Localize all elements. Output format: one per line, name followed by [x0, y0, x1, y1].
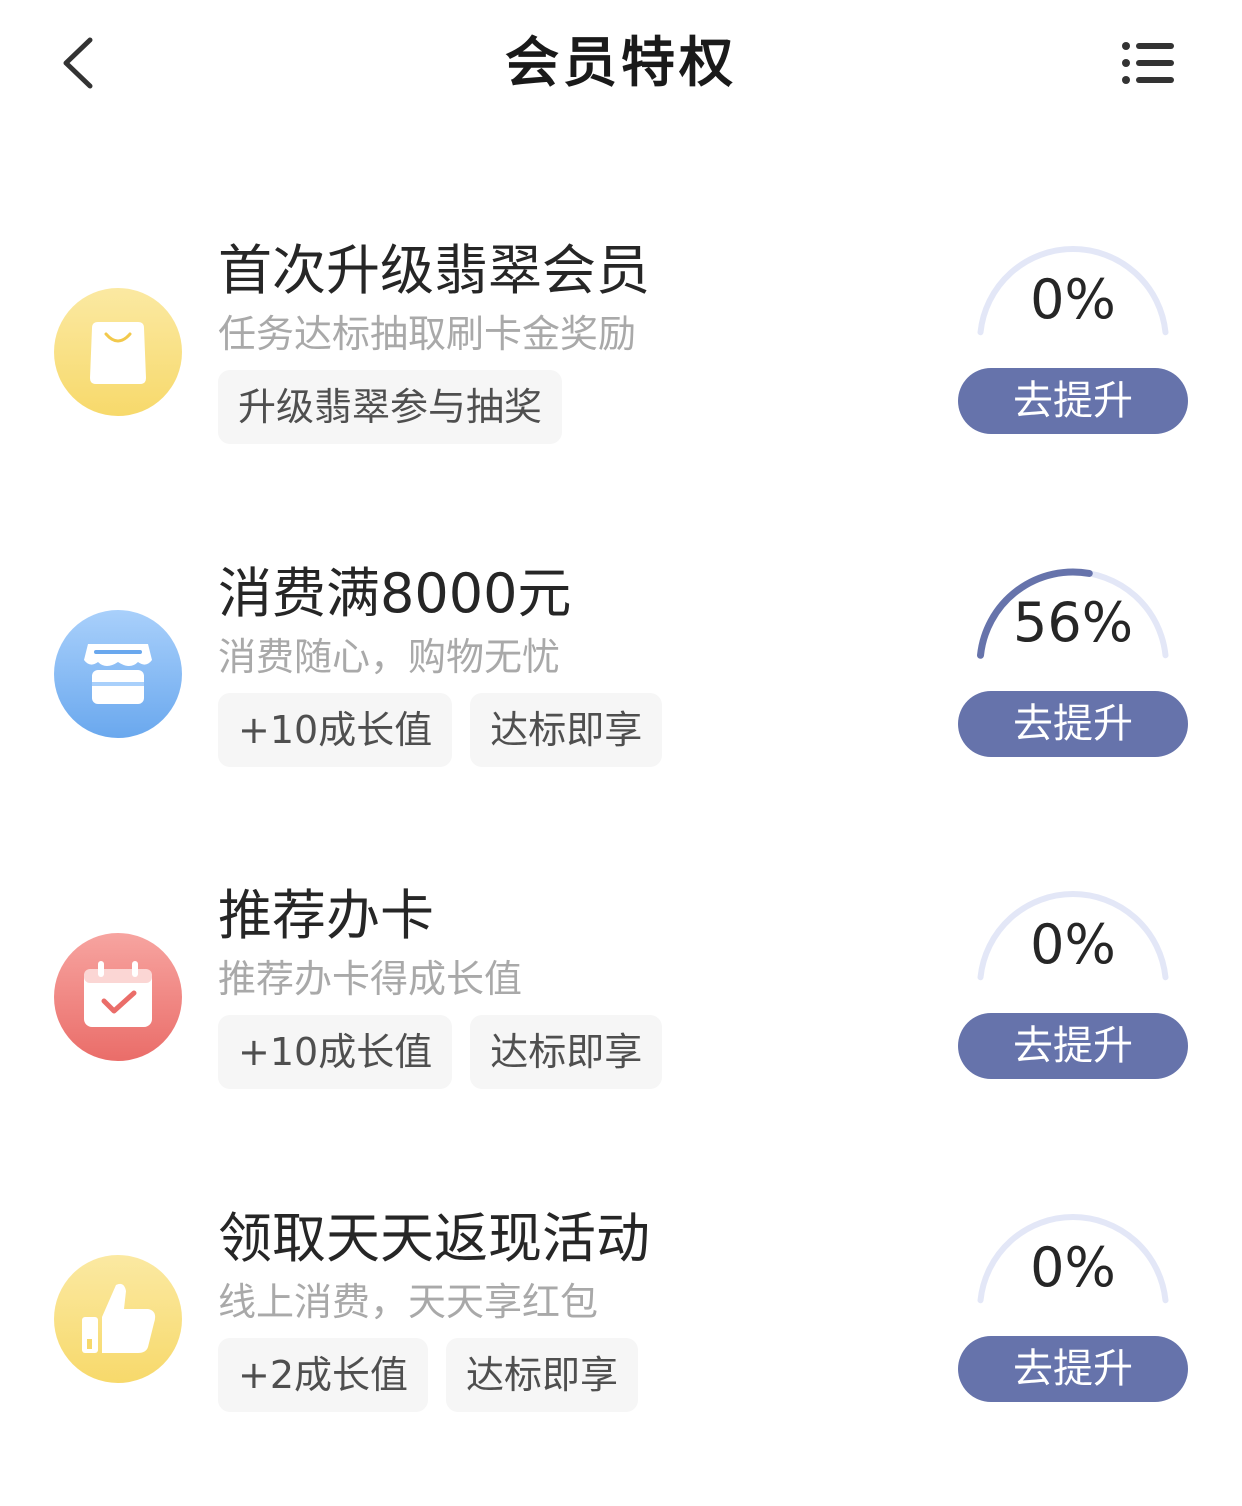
task-title: 领取天天返现活动: [218, 1207, 650, 1270]
store-icon: [54, 610, 182, 738]
task-item-refer-card: 推荐办卡 推荐办卡得成长值 +10成长值 达标即享 0% 去提升: [0, 883, 1242, 1123]
promote-button[interactable]: 去提升: [958, 1336, 1188, 1402]
task-title: 推荐办卡: [218, 884, 434, 947]
tag: 升级翡翠参与抽奖: [218, 370, 563, 444]
promote-button[interactable]: 去提升: [958, 368, 1188, 434]
progress-percent: 56%: [1012, 591, 1134, 654]
progress-gauge: 0%: [966, 877, 1180, 987]
task-tags: 升级翡翠参与抽奖: [218, 370, 563, 444]
task-item-daily-cashback: 领取天天返现活动 线上消费，天天享红包 +2成长值 达标即享 0% 去提升: [0, 1206, 1242, 1446]
task-tags: +10成长值 达标即享: [218, 1015, 663, 1089]
nav-bar: 会员特权: [0, 0, 1242, 130]
tag: +2成长值: [218, 1338, 429, 1412]
task-description: 推荐办卡得成长值: [218, 957, 523, 1001]
progress-percent: 0%: [1030, 268, 1116, 331]
tag: 达标即享: [470, 1015, 663, 1089]
progress-gauge: 0%: [966, 1200, 1180, 1310]
progress-percent: 0%: [1030, 913, 1116, 976]
task-tags: +10成长值 达标即享: [218, 693, 663, 767]
promote-button[interactable]: 去提升: [958, 1013, 1188, 1079]
list-menu-icon[interactable]: [1116, 36, 1182, 90]
task-description: 任务达标抽取刷卡金奖励: [218, 312, 637, 356]
task-title: 首次升级翡翠会员: [218, 239, 650, 302]
task-tags: +2成长值 达标即享: [218, 1338, 639, 1412]
task-title: 消费满8000元: [218, 562, 572, 625]
tag: 达标即享: [446, 1338, 639, 1412]
task-description: 消费随心，购物无忧: [218, 635, 561, 679]
tag: 达标即享: [470, 693, 663, 767]
calendar-check-icon: [54, 933, 182, 1061]
tag: +10成长值: [218, 693, 453, 767]
thumbs-up-icon: [54, 1255, 182, 1383]
progress-gauge: 0%: [966, 232, 1180, 342]
promote-button[interactable]: 去提升: [958, 691, 1188, 757]
shopping-bag-icon: [54, 288, 182, 416]
tag: +10成长值: [218, 1015, 453, 1089]
progress-gauge: 56%: [966, 555, 1180, 665]
page-title: 会员特权: [505, 31, 737, 94]
task-description: 线上消费，天天享红包: [218, 1280, 599, 1324]
task-item-spend-8000: 消费满8000元 消费随心，购物无忧 +10成长值 达标即享 56% 去提升: [0, 561, 1242, 801]
task-item-upgrade-emerald: 首次升级翡翠会员 任务达标抽取刷卡金奖励 升级翡翠参与抽奖 0% 去提升: [0, 238, 1242, 478]
progress-percent: 0%: [1030, 1236, 1116, 1299]
